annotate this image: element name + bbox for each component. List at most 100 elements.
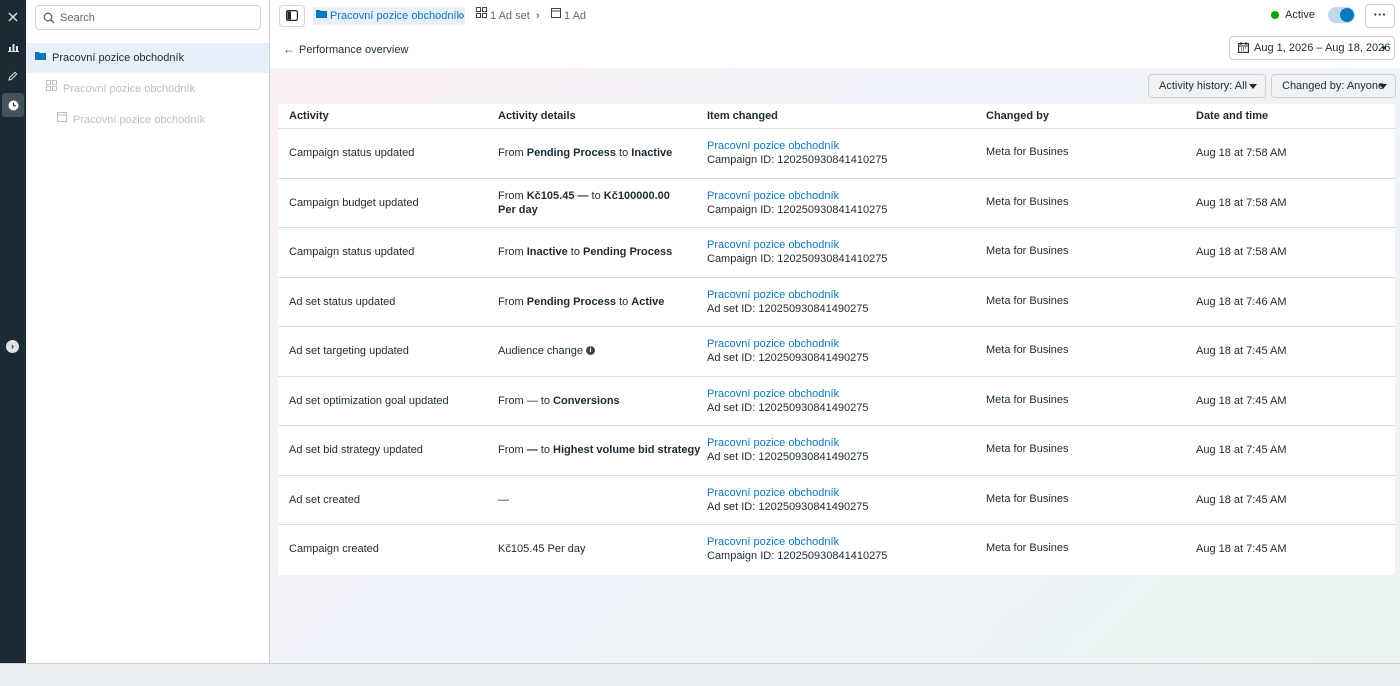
table-header: Activity Activity details Item changed C… <box>278 104 1395 129</box>
details-text: From <box>498 444 527 456</box>
changed-by-cell: Meta for Busines <box>986 492 1069 505</box>
item-cell: Pracovní pozice obchodník Campaign ID: 12… <box>707 139 887 167</box>
activity-cell: Ad set status updated <box>289 295 396 308</box>
item-link[interactable]: Pracovní pozice obchodník <box>707 189 887 203</box>
item-link[interactable]: Pracovní pozice obchodník <box>707 238 887 252</box>
details-from: Kč105.45 — <box>526 189 589 202</box>
info-icon[interactable]: i <box>586 345 596 355</box>
changed-by-dropdown[interactable]: Changed by: Anyone <box>1271 74 1396 98</box>
details-to: Inactive <box>631 147 673 159</box>
item-cell: Pracovní pozice obchodník Ad set ID: 1202… <box>707 436 868 464</box>
table-row: Campaign budget updated From Kč105.45 — … <box>278 179 1395 228</box>
activity-history-dropdown[interactable]: Activity history: All <box>1148 74 1266 98</box>
item-id: Campaign ID: 120250930841410275 <box>707 154 888 166</box>
table-row: Ad set optimization goal updated From — … <box>278 377 1395 426</box>
header-item: Item changed <box>707 110 778 122</box>
folder-icon <box>316 6 327 24</box>
search-icon <box>43 12 55 24</box>
details-text: Audience change <box>498 345 584 357</box>
changed-by-cell: Meta for Busines <box>986 542 1069 554</box>
activity-cell: Campaign created <box>289 543 379 555</box>
table-row: Campaign status updated From Pending Pro… <box>278 129 1395 179</box>
tree-item-campaign[interactable]: Pracovní pozice obchodník <box>26 43 269 73</box>
item-link[interactable]: Pracovní pozice obchodník <box>707 387 868 401</box>
toggle-panel-button[interactable] <box>279 5 305 27</box>
item-cell: Pracovní pozice obchodník Ad set ID: 1202… <box>707 337 868 365</box>
changed-by-cell: Meta for Busines <box>986 195 1069 208</box>
back-link[interactable]: ← Performance overview <box>283 42 408 57</box>
item-id: Ad set ID: 120250930841490275 <box>707 352 869 364</box>
tree-item-label: Pracovní pozice obchodník <box>52 52 185 64</box>
item-id: Campaign ID: 120250930841410275 <box>707 550 888 562</box>
details-cell: From Kč105.45 — to Kč100000.00 Per day <box>498 189 678 217</box>
item-link[interactable]: Pracovní pozice obchodník <box>707 139 887 153</box>
details-text: to <box>537 394 554 407</box>
ad-icon <box>57 104 67 134</box>
search-input[interactable] <box>60 9 255 27</box>
chart-icon[interactable] <box>0 34 26 58</box>
activity-cell: Ad set created <box>289 493 360 506</box>
pencil-icon[interactable] <box>0 63 26 87</box>
more-icon: ··· <box>1373 7 1387 22</box>
active-toggle[interactable] <box>1328 7 1355 23</box>
details-to: Conversions <box>553 394 620 407</box>
details-text: From <box>498 295 527 308</box>
item-link[interactable]: Pracovní pozice obchodník <box>707 436 868 450</box>
ad-icon <box>551 6 561 24</box>
details-from: — <box>526 444 538 456</box>
details-text: to <box>616 147 632 159</box>
breadcrumb-adset[interactable]: 1 Ad set <box>476 7 530 25</box>
date-cell: Aug 18 at 7:58 AM <box>1196 196 1287 209</box>
status-label: Active <box>1285 9 1315 21</box>
changed-by-cell: Meta for Busines <box>986 443 1069 455</box>
caret-down-icon <box>1249 84 1257 89</box>
breadcrumb-ad[interactable]: 1 Ad <box>551 7 586 25</box>
calendar-icon <box>1238 41 1249 53</box>
toggle-knob <box>1340 8 1354 22</box>
close-icon[interactable] <box>0 4 26 28</box>
tree-item-label: Pracovní pozice obchodník <box>63 83 196 95</box>
details-from: Inactive <box>526 246 568 258</box>
item-cell: Pracovní pozice obchodník Campaign ID: 12… <box>707 535 887 563</box>
item-id: Ad set ID: 120250930841490275 <box>707 401 869 414</box>
history-clock-icon[interactable] <box>2 93 24 117</box>
changed-by-cell: Meta for Busines <box>986 245 1069 257</box>
expand-chevron-icon[interactable]: › <box>6 340 19 353</box>
changed-by-cell: Meta for Busines <box>986 344 1069 356</box>
date-cell: Aug 18 at 7:58 AM <box>1196 147 1287 159</box>
details-text: to <box>588 189 604 202</box>
changed-by-label: Changed by: Anyone <box>1282 80 1385 92</box>
table-row: Campaign created Kč105.45 Per day Pracov… <box>278 525 1395 575</box>
status-dot <box>1271 11 1279 19</box>
details-text: From <box>498 189 527 202</box>
chevron-right-icon: › <box>536 10 540 22</box>
table-row: Ad set bid strategy updated From — to Hi… <box>278 426 1395 476</box>
date-cell: Aug 18 at 7:45 AM <box>1196 543 1287 555</box>
date-range-button[interactable]: Aug 1, 2026 – Aug 18, 2026 ▾ <box>1229 36 1395 60</box>
item-link[interactable]: Pracovní pozice obchodník <box>707 337 868 351</box>
item-link[interactable]: Pracovní pozice obchodník <box>707 288 868 302</box>
grid-icon <box>46 73 57 103</box>
item-link[interactable]: Pracovní pozice obchodník <box>707 535 887 549</box>
top-bar: Pracovní pozice obchodník › 1 Ad set › 1… <box>270 0 1400 68</box>
item-id: Campaign ID: 120250930841410275 <box>707 253 888 265</box>
activity-cell: Campaign status updated <box>289 246 415 258</box>
details-cell: From — to Highest volume bid strategy <box>498 443 700 457</box>
date-cell: Aug 18 at 7:45 AM <box>1196 345 1287 357</box>
item-cell: Pracovní pozice obchodník Ad set ID: 1202… <box>707 387 868 415</box>
changed-by-cell: Meta for Busines <box>986 146 1069 158</box>
item-id: Ad set ID: 120250930841490275 <box>707 500 869 513</box>
sidebar-panel-icon <box>286 10 299 22</box>
more-options-button[interactable]: ··· <box>1365 4 1395 28</box>
search-box <box>35 5 261 30</box>
tree-item-ad[interactable]: Pracovní pozice obchodník <box>26 105 269 135</box>
campaign-tree-panel: Pracovní pozice obchodník Pracovní pozic… <box>26 0 270 663</box>
item-link[interactable]: Pracovní pozice obchodník <box>707 486 868 500</box>
item-id: Campaign ID: 120250930841410275 <box>707 203 888 216</box>
table-row: Ad set targeting updated Audience change… <box>278 327 1395 377</box>
activity-history-label: Activity history: All <box>1159 80 1248 92</box>
breadcrumb-campaign[interactable]: Pracovní pozice obchodník <box>313 6 466 25</box>
details-to: Highest volume bid strategy <box>553 444 701 456</box>
tree-item-adset[interactable]: Pracovní pozice obchodník <box>26 74 269 104</box>
activity-cell: Ad set bid strategy updated <box>289 444 423 456</box>
